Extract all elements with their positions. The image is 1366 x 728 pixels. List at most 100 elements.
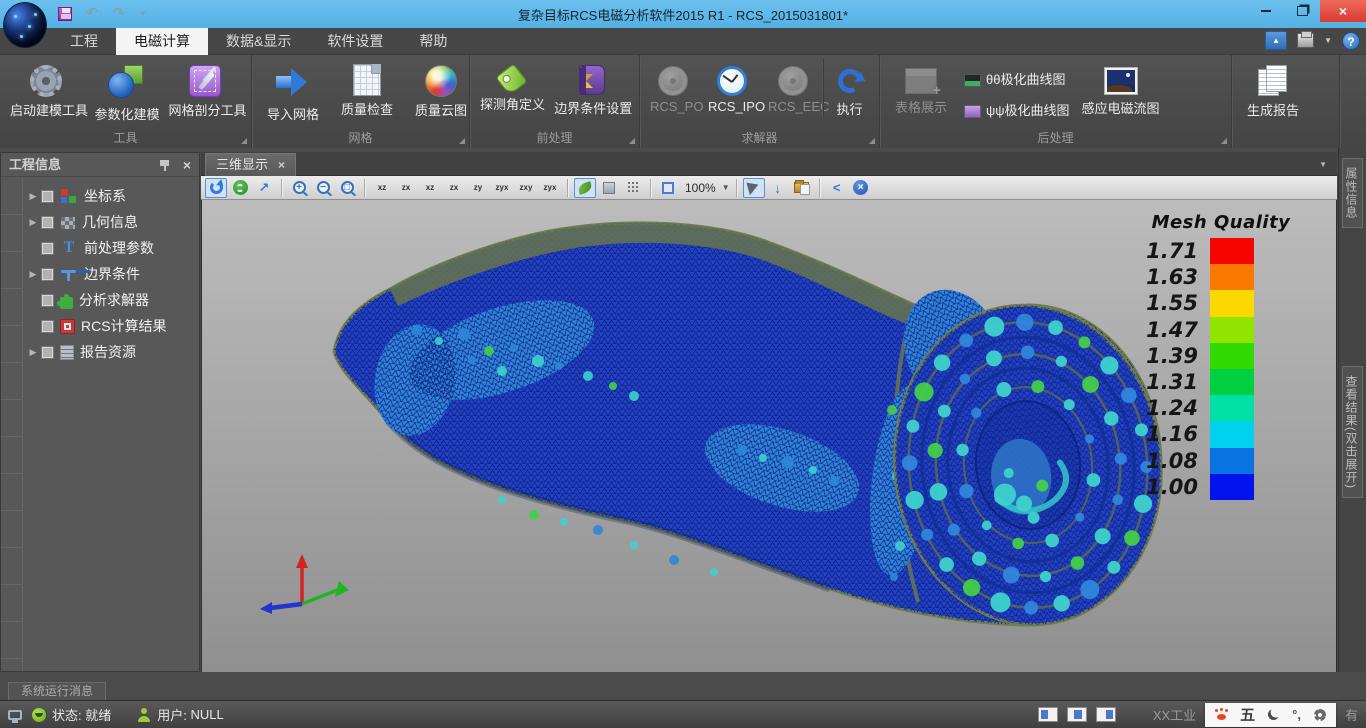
tree-item-report-resources[interactable]: ▶ 报告资源 (25, 339, 197, 365)
induced-current-map-button[interactable]: 感应电磁流图 (1076, 59, 1166, 117)
scene-manager-button[interactable] (791, 178, 813, 198)
table-display-button[interactable]: 表格展示 (884, 59, 958, 116)
minimize-button[interactable] (1248, 0, 1284, 22)
perspective-button[interactable] (743, 178, 765, 198)
zoom-dropdown-icon[interactable]: ▼ (722, 183, 730, 192)
side-tab-properties[interactable]: 属性信息 (1342, 158, 1363, 228)
checkbox[interactable] (41, 268, 54, 281)
view-preset-button[interactable]: zyx (491, 178, 513, 198)
tree-item-analysis-solver[interactable]: 分析求解器 (25, 287, 197, 313)
view-preset-button[interactable]: zx (443, 178, 465, 198)
menu-tab-help[interactable]: 帮助 (401, 28, 465, 55)
menu-tab-em-compute[interactable]: 电磁计算 (116, 28, 208, 55)
dialog-launcher-icon[interactable] (869, 138, 875, 144)
panel-close-icon[interactable]: × (183, 153, 191, 177)
system-messages-tab[interactable]: 系统运行消息 (8, 682, 106, 700)
quality-contour-button[interactable]: 质量云图 (404, 59, 478, 119)
checkbox[interactable] (41, 216, 54, 229)
menu-tab-project[interactable]: 工程 (52, 28, 116, 55)
expand-arrow-icon[interactable]: ▶ (25, 269, 41, 280)
solver-rcs-po-button[interactable]: RCS_PO (644, 59, 702, 114)
expand-arrow-icon: ↗ (259, 180, 270, 196)
side-tab-view-results[interactable]: 查看结果(双击展开) (1342, 366, 1363, 498)
close-button[interactable]: × (1320, 0, 1366, 22)
ime-punctuation-icon[interactable]: °, (1292, 707, 1301, 722)
photo-icon (1104, 67, 1138, 95)
ime-settings-icon[interactable] (1314, 709, 1326, 721)
psi-polarization-curve-button[interactable]: ψψ极化曲线图 (958, 98, 1076, 121)
menu-tab-data-display[interactable]: 数据&显示 (208, 28, 309, 55)
probe-angle-button[interactable]: 探测角定义 (474, 59, 548, 113)
mesh-partition-tool-button[interactable]: 网格剖分工具 (163, 59, 248, 119)
printer-icon[interactable] (1297, 33, 1314, 48)
tree-item-rcs-results[interactable]: RCS计算结果 (25, 313, 197, 339)
layout-left-button[interactable] (1038, 707, 1058, 722)
shaded-mode-button[interactable] (574, 178, 596, 198)
boundary-condition-button[interactable]: 边界条件设置 (548, 59, 635, 117)
tree-item-boundary-conditions[interactable]: ▶ 边界条件 (25, 261, 197, 287)
tab-3d-display[interactable]: 三维显示 × (205, 153, 296, 176)
checkbox[interactable] (41, 294, 54, 307)
close-view-button[interactable]: × (850, 178, 872, 198)
dialog-launcher-icon[interactable] (459, 138, 465, 144)
zoom-scale-button[interactable] (657, 178, 679, 198)
app-logo[interactable] (3, 2, 47, 48)
theta-polarization-curve-button[interactable]: θθ极化曲线图 (958, 67, 1076, 90)
checkbox[interactable] (41, 320, 54, 333)
points-mode-button[interactable] (622, 178, 644, 198)
refresh-view-button[interactable] (229, 178, 251, 198)
view-preset-button[interactable]: zxy (515, 178, 537, 198)
tree-item-geometry-info[interactable]: ▶ 几何信息 (25, 209, 197, 235)
menu-tab-settings[interactable]: 软件设置 (309, 28, 401, 55)
expand-arrow-icon[interactable]: ▶ (25, 217, 41, 228)
dialog-launcher-icon[interactable] (241, 138, 247, 144)
layout-center-button[interactable] (1067, 707, 1087, 722)
import-mesh-button[interactable]: 导入网格 (256, 59, 330, 123)
drop-to-ground-button[interactable]: ↓ (767, 178, 789, 198)
view-preset-button[interactable]: zx (395, 178, 417, 198)
boundary-icon (60, 266, 78, 282)
collapse-ribbon-button[interactable]: ▲ (1265, 31, 1287, 50)
pin-icon[interactable] (160, 160, 169, 166)
checkbox[interactable] (41, 242, 54, 255)
solver-rcs-ipo-button[interactable]: RCS_IPO (702, 59, 762, 114)
layout-right-button[interactable] (1096, 707, 1116, 722)
help-icon[interactable]: ? (1342, 32, 1360, 50)
view-preset-button[interactable]: zy (467, 178, 489, 198)
restore-button[interactable] (1284, 0, 1320, 22)
view-preset-button[interactable]: xz (419, 178, 441, 198)
quality-check-button[interactable]: 质量检查 (330, 59, 404, 118)
zoom-window-button[interactable]: □ (336, 178, 358, 198)
execute-button[interactable]: 执行 (823, 59, 875, 118)
ime-mode-label[interactable]: 五 (1240, 704, 1255, 725)
down-arrow-icon: ↓ (774, 180, 781, 196)
view-preset-button[interactable]: xz (371, 178, 393, 198)
tab-list-dropdown-icon[interactable]: ▼ (1319, 160, 1327, 169)
zoom-in-button[interactable]: + (288, 178, 310, 198)
solver-rcs-eec-button[interactable]: RCS_EEC (762, 59, 823, 114)
checkbox[interactable] (41, 346, 54, 359)
expand-arrow-icon[interactable]: ▶ (25, 191, 41, 202)
rotate-view-button[interactable] (205, 178, 227, 198)
start-modeling-tool-button[interactable]: 启动建模工具 (4, 59, 89, 119)
expand-arrow-icon[interactable]: ▶ (25, 347, 41, 358)
dialog-launcher-icon[interactable] (1221, 138, 1227, 144)
printer-dropdown-icon[interactable]: ▼ (1324, 36, 1332, 45)
zoom-out-button[interactable]: − (312, 178, 334, 198)
checkbox[interactable] (41, 190, 54, 203)
copyright-text: XX工业 (1153, 705, 1196, 724)
dialog-launcher-icon[interactable] (629, 138, 635, 144)
ime-fullwidth-icon[interactable] (1268, 709, 1279, 720)
share-view-button[interactable]: < (826, 178, 848, 198)
tab-close-icon[interactable]: × (278, 154, 285, 176)
tree-item-coordinate-system[interactable]: ▶ 坐标系 (25, 183, 197, 209)
viewport-3d[interactable]: Mesh Quality 1.71 1.63 1.55 1.47 1.39 1.… (201, 200, 1337, 672)
generate-report-button[interactable]: 生成报告 (1236, 59, 1310, 119)
view-preset-button[interactable]: zyx (539, 178, 561, 198)
flat-mode-button[interactable] (598, 178, 620, 198)
tree-item-preprocess-params[interactable]: T 前处理参数 (25, 235, 197, 261)
ime-paw-icon[interactable] (1215, 709, 1227, 720)
result-icon (60, 319, 75, 334)
fit-view-button[interactable]: ↗ (253, 178, 275, 198)
parametric-modeling-button[interactable]: 参数化建模 (89, 59, 163, 123)
